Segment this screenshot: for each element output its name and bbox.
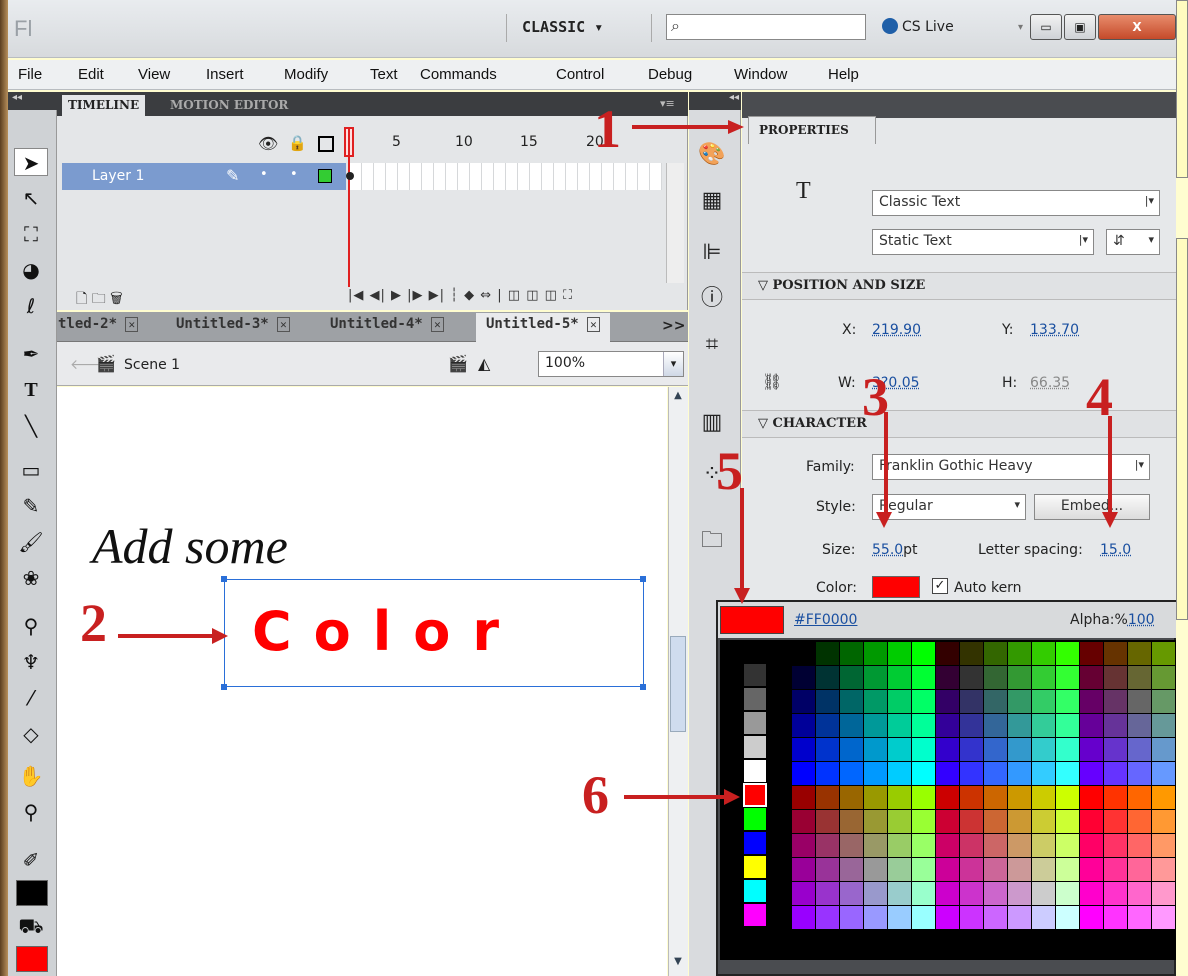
arrow-3 xyxy=(876,412,892,528)
arrow-6 xyxy=(624,789,740,805)
arrow-5 xyxy=(734,488,750,604)
arrow-4 xyxy=(1102,416,1118,528)
annotation-arrows xyxy=(118,120,1118,805)
arrow-1 xyxy=(632,120,744,134)
arrow-2 xyxy=(118,628,228,644)
